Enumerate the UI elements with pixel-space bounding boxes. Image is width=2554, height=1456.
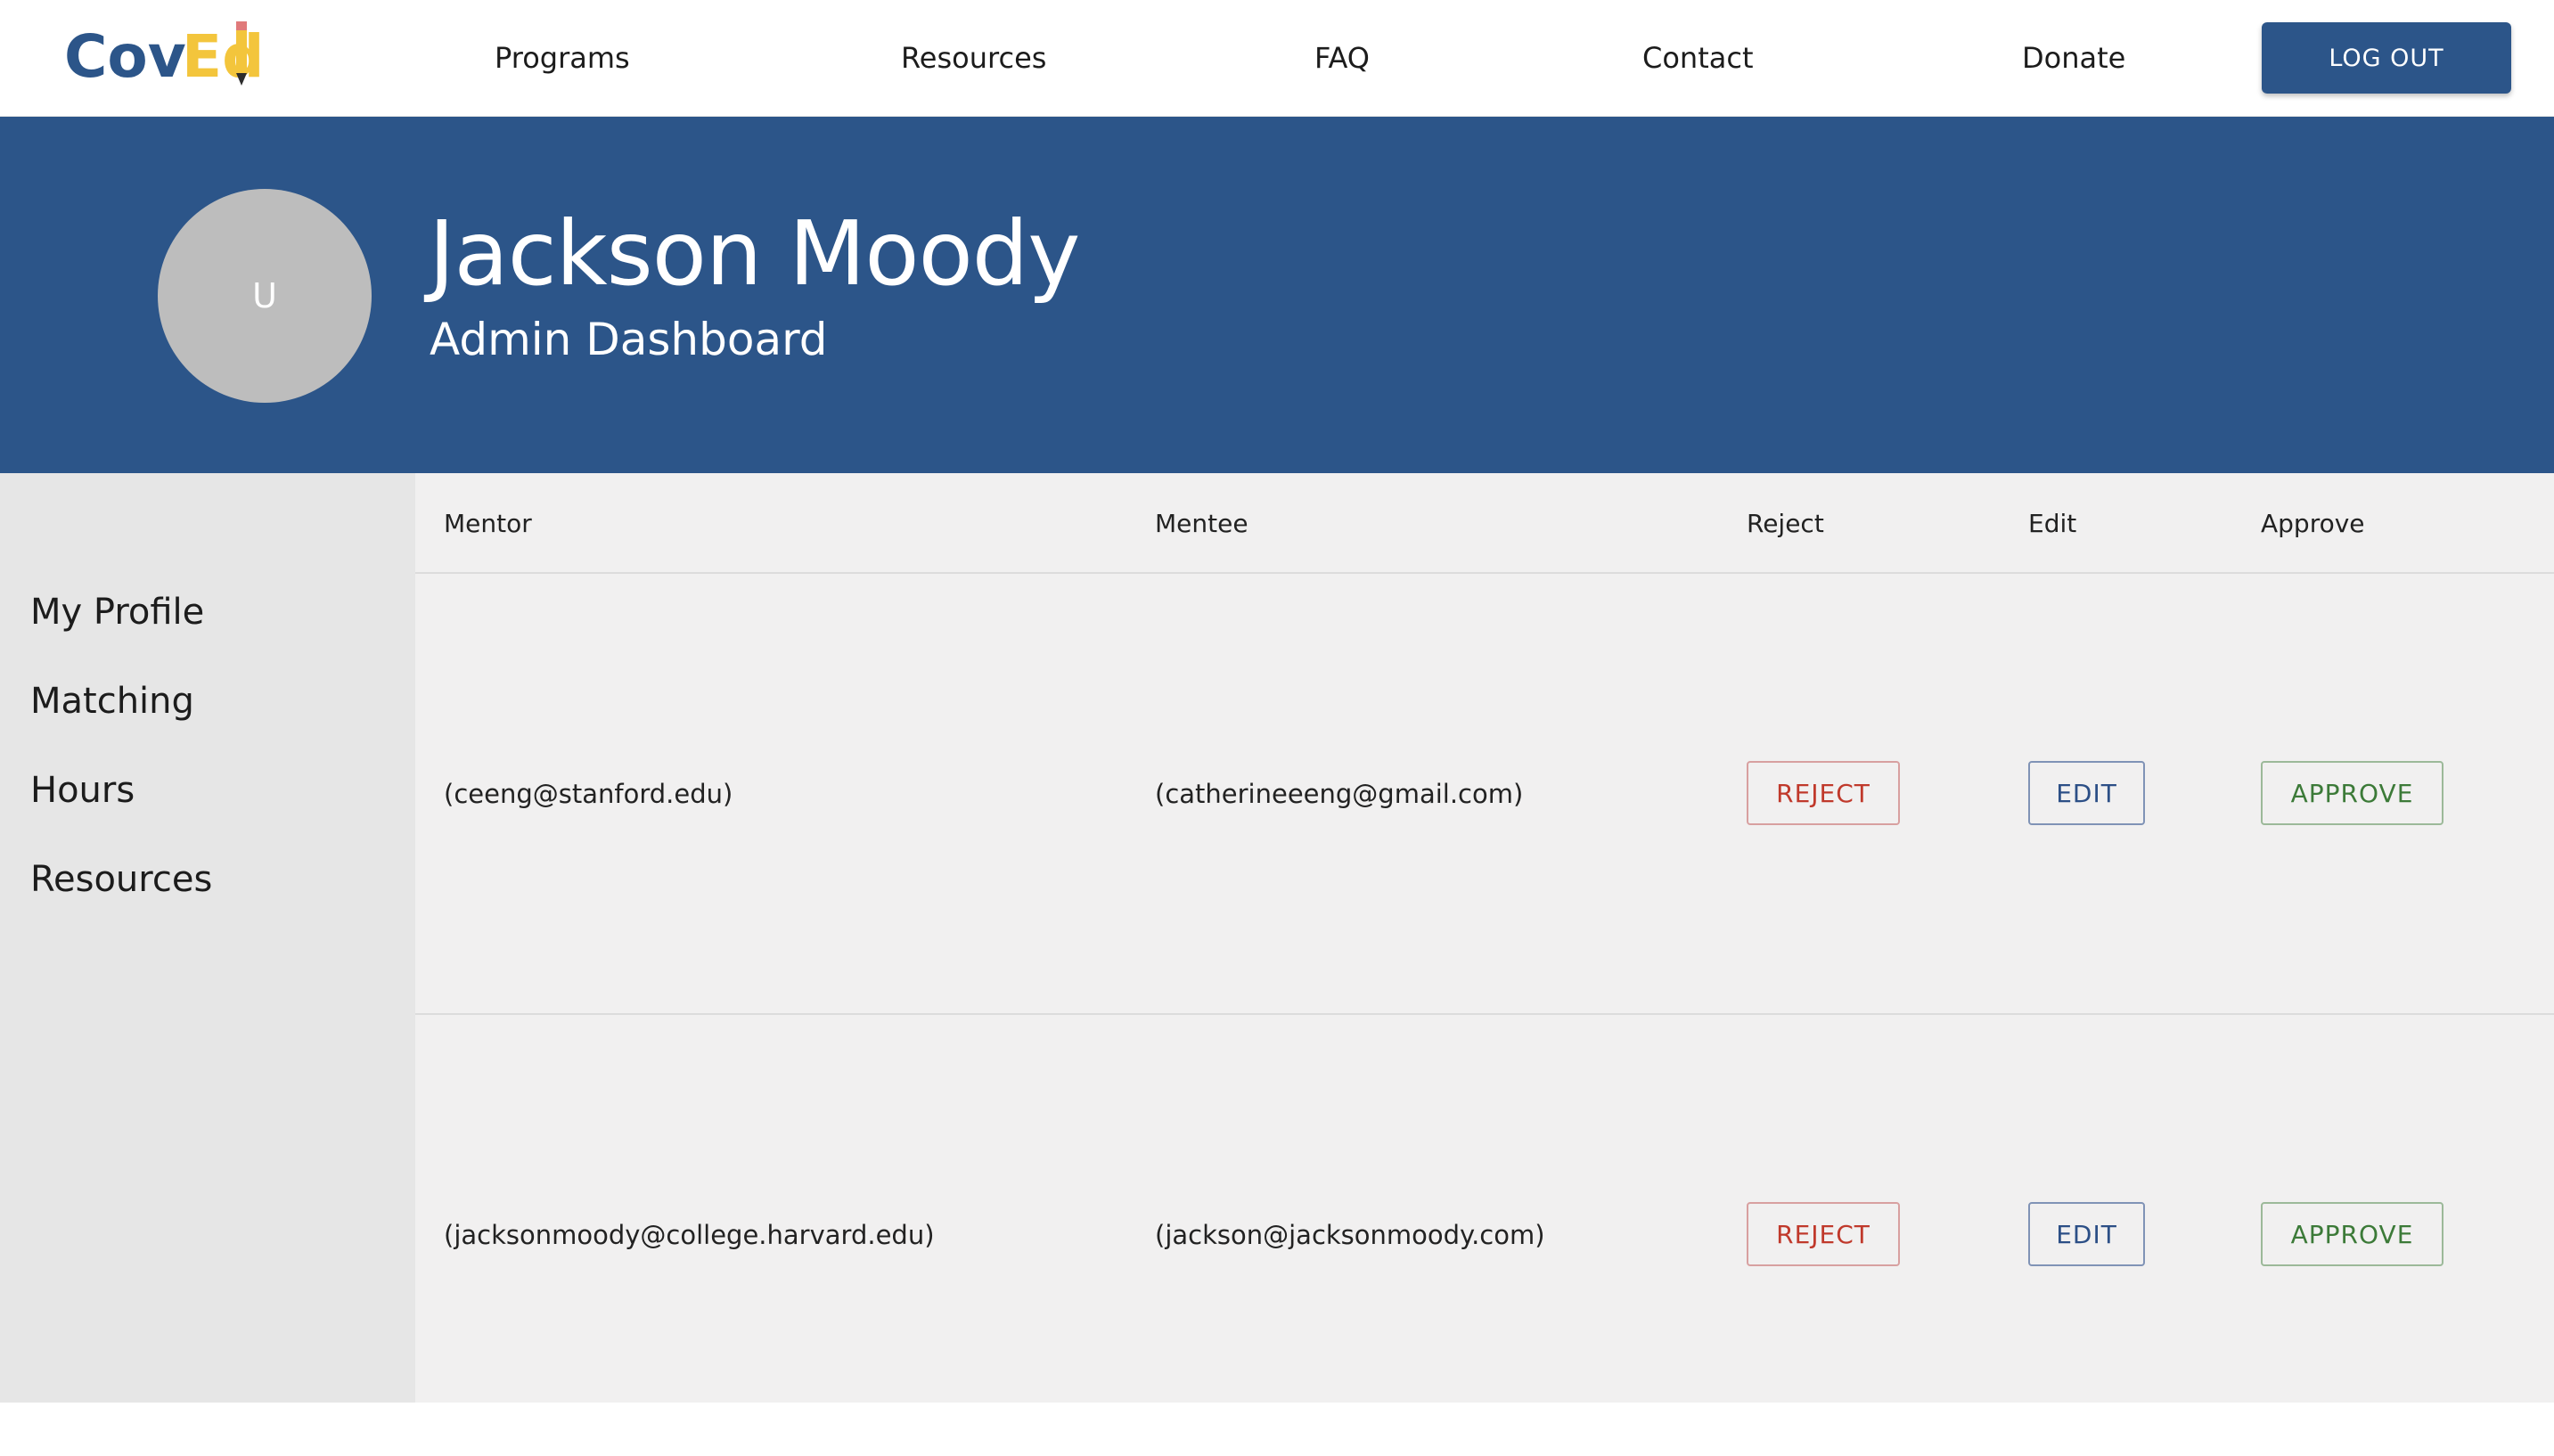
user-name: Jackson Moody [429,201,1080,306]
approve-button[interactable]: APPROVE [2261,761,2443,825]
sidebar-item-matching[interactable]: Matching [30,681,194,722]
mentor-email: (ceeng@stanford.edu) [444,779,733,809]
column-header-mentee: Mentee [1155,509,1248,538]
avatar: U [158,189,372,403]
column-header-mentor: Mentor [444,509,532,538]
sidebar-item-hours[interactable]: Hours [30,770,135,811]
top-navigation: Cov Ed Programs Resources FAQ Contact Do… [0,0,2554,117]
logo-text-right: Ed [182,22,260,91]
pencil-icon [236,21,247,86]
nav-link-contact[interactable]: Contact [1642,0,1754,117]
logo-text-left: Cov [64,22,186,91]
page-subtitle: Admin Dashboard [430,314,828,365]
column-header-reject: Reject [1747,509,1824,538]
column-header-edit: Edit [2028,509,2077,538]
edit-button[interactable]: EDIT [2028,1202,2145,1266]
table-row: (jacksonmoody@college.harvard.edu) (jack… [415,1015,2554,1456]
column-header-approve: Approve [2261,509,2365,538]
reject-button[interactable]: REJECT [1747,1202,1900,1266]
mentee-email: (catherineeeng@gmail.com) [1155,779,1524,809]
nav-link-programs[interactable]: Programs [495,0,630,117]
table-header: Mentor Mentee Reject Edit Approve [415,473,2554,574]
coved-logo[interactable]: Cov Ed [64,20,260,91]
table-row: (ceeng@stanford.edu) (catherineeeng@gmai… [415,574,2554,1015]
sidebar-item-my-profile[interactable]: My Profile [30,592,204,633]
profile-banner: U Jackson Moody Admin Dashboard [0,117,2554,473]
sidebar-item-resources[interactable]: Resources [30,859,212,900]
mentee-email: (jackson@jacksonmoody.com) [1155,1220,1545,1250]
reject-button[interactable]: REJECT [1747,761,1900,825]
mentor-email: (jacksonmoody@college.harvard.edu) [444,1220,935,1250]
logout-button[interactable]: LOG OUT [2262,22,2511,94]
edit-button[interactable]: EDIT [2028,761,2145,825]
nav-link-resources[interactable]: Resources [901,0,1046,117]
sidebar: My Profile Matching Hours Resources [0,473,415,1403]
approve-button[interactable]: APPROVE [2261,1202,2443,1266]
matching-table: Mentor Mentee Reject Edit Approve (ceeng… [415,473,2554,1403]
nav-link-faq[interactable]: FAQ [1314,0,1370,117]
nav-link-donate[interactable]: Donate [2022,0,2125,117]
